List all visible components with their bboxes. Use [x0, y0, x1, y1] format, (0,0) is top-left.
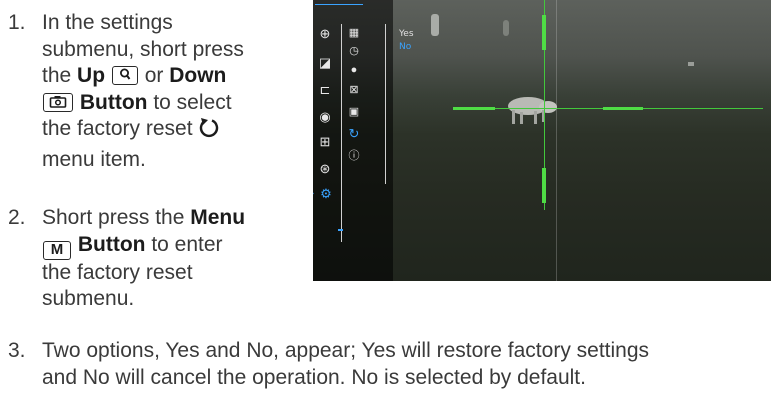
- step-text: In the settings submenu, short press the…: [42, 10, 244, 173]
- crosshair-icon[interactable]: ⊕: [317, 27, 333, 41]
- search-icon: [119, 68, 131, 80]
- text-line: submenu, short press: [42, 37, 244, 61]
- menu-key-icon: M: [43, 240, 71, 260]
- camera-icon: [49, 95, 67, 108]
- page-indicator: [338, 229, 343, 231]
- up-key-icon: [111, 66, 138, 85]
- option-yes[interactable]: Yes: [399, 29, 414, 39]
- text-line: M Button to enter: [42, 232, 245, 260]
- clock-icon[interactable]: ◷: [347, 45, 361, 57]
- image-icon[interactable]: ▣: [347, 106, 361, 118]
- text-line: Button to select: [42, 90, 244, 117]
- button-word: Button: [77, 232, 146, 256]
- device-screen: ⊕ ◪ ⊏ ◉ ⊞ ⊛ › ⚙ ▦ ◷ ● ⊠ ▣ ↻ ⓘ Yes No: [313, 0, 771, 281]
- reset-icon: [198, 117, 220, 147]
- text-fragment: to enter: [145, 232, 223, 256]
- tree-silhouette: [431, 14, 439, 36]
- target-icon[interactable]: ◉: [317, 110, 333, 124]
- text-line: the Up or Down: [42, 63, 244, 90]
- text-fragment: the: [42, 64, 78, 87]
- screen-grid-line: [556, 0, 557, 281]
- tree-silhouette: [688, 62, 694, 66]
- down-button-label: Down: [169, 64, 227, 87]
- step-number: 1.: [8, 11, 26, 34]
- chevron-right-icon: ›: [313, 186, 317, 200]
- button-word: Button: [79, 90, 148, 114]
- text-line: In the settings: [42, 11, 173, 34]
- text-line: submenu.: [42, 287, 135, 310]
- display-icon[interactable]: ◪: [317, 56, 333, 70]
- reticle-bar-left: [453, 107, 495, 110]
- text-line: and No will cancel the operation. No is …: [42, 365, 586, 389]
- menu-divider: [341, 24, 342, 242]
- scale-icon[interactable]: ⊏: [317, 83, 333, 97]
- info-icon[interactable]: ⓘ: [347, 150, 361, 162]
- tree-silhouette: [503, 20, 509, 36]
- plus-box-icon[interactable]: ⊞: [317, 135, 333, 149]
- down-key-icon: [43, 92, 73, 112]
- option-no[interactable]: No: [399, 42, 411, 52]
- text-fragment: to select: [147, 90, 232, 114]
- reticle-bar-bottom: [542, 168, 546, 203]
- compass-icon[interactable]: ⊛: [317, 162, 333, 176]
- text-line: Short press the Menu: [42, 205, 245, 232]
- step-number: 2.: [8, 206, 26, 229]
- menu-divider: [385, 24, 386, 184]
- frame-icon[interactable]: ⊠: [347, 84, 361, 96]
- reticle-bar-top: [542, 15, 546, 50]
- boar-silhouette: [508, 97, 557, 124]
- calendar-icon[interactable]: ▦: [347, 27, 361, 39]
- text-fragment: Short press the: [42, 206, 191, 229]
- text-line: menu item.: [42, 147, 146, 171]
- menu-button-label: Menu: [190, 206, 246, 229]
- menu-top-line: [315, 4, 363, 5]
- up-button-label: Up: [77, 64, 106, 87]
- step-number: 3.: [8, 339, 26, 362]
- reset-icon[interactable]: ↻: [347, 127, 361, 140]
- text-line: the factory reset: [42, 116, 244, 147]
- text-fragment: or: [138, 64, 170, 87]
- menu-panel: ⊕ ◪ ⊏ ◉ ⊞ ⊛ › ⚙ ▦ ◷ ● ⊠ ▣ ↻ ⓘ Yes No: [313, 0, 414, 281]
- text-fragment: the factory reset: [42, 117, 193, 140]
- text-line: Two options, Yes and No, appear; Yes wil…: [42, 339, 650, 362]
- text-line: the factory reset: [42, 260, 193, 284]
- reticle-bar-right: [603, 107, 643, 110]
- step-text: Short press the Menu M Button to enter t…: [42, 205, 245, 313]
- step-text: Two options, Yes and No, appear; Yes wil…: [42, 338, 649, 391]
- globe-icon[interactable]: ●: [347, 64, 361, 76]
- gear-icon[interactable]: ⚙: [318, 187, 334, 201]
